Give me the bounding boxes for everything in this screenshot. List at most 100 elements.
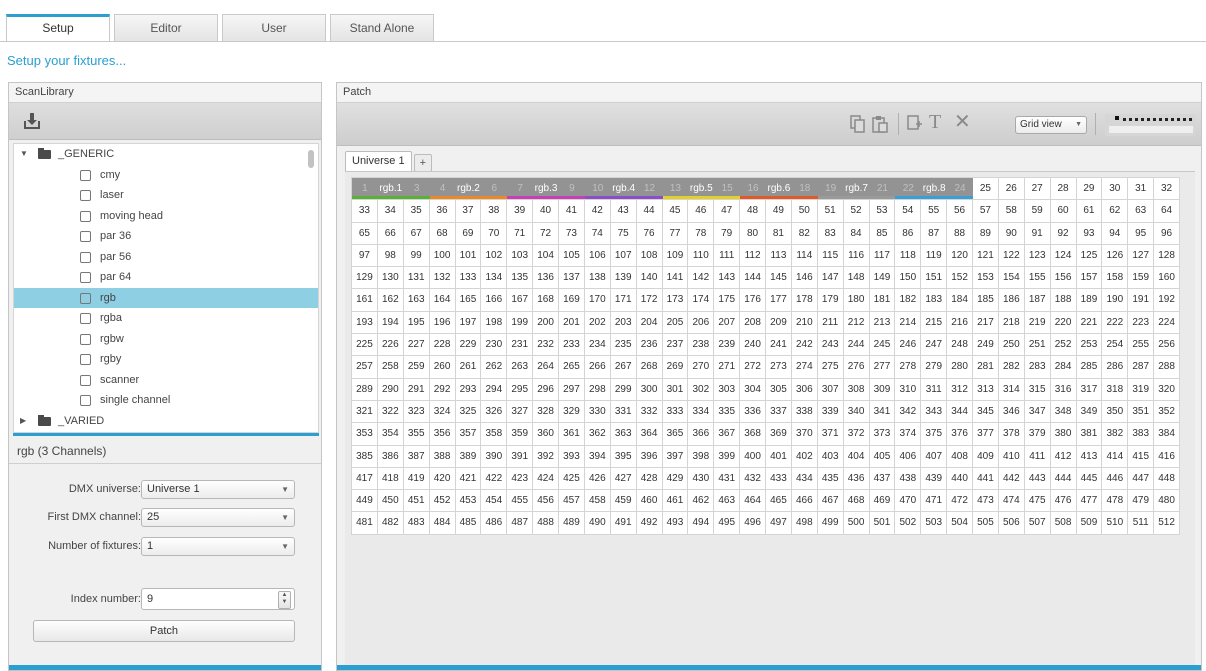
channel-cell[interactable]: 58 [998,200,1025,223]
channel-cell[interactable]: 378 [998,423,1025,446]
channel-cell[interactable]: 370 [791,423,818,446]
channel-cell[interactable]: 432 [740,467,766,491]
channel-cell[interactable]: 453 [455,490,482,513]
channel-cell[interactable]: 471 [921,490,948,513]
channel-cell[interactable]: 47 [714,200,741,223]
channel-cell[interactable]: 391 [507,445,534,468]
channel-cell[interactable]: 257 [352,356,378,379]
channel-cell[interactable]: 104 [533,244,559,268]
channel-cell[interactable]: 415 [1128,445,1155,468]
channel-cell[interactable]: 338 [791,400,818,424]
channel-cell[interactable]: 146 [791,267,818,290]
channel-cell[interactable]: 161 [352,289,378,312]
channel-cell[interactable]: 285 [1076,356,1103,379]
tree-folder[interactable]: ▶ _VARIED [14,411,318,432]
channel-cell[interactable]: 134 [481,267,508,290]
channel-cell[interactable]: 505 [973,512,999,535]
channel-cell[interactable]: 331 [610,400,637,424]
channel-cell[interactable]: 49 [766,200,792,223]
channel-cell[interactable]: 420 [429,467,456,491]
channel-cell[interactable]: 334 [688,400,715,424]
channel-cell[interactable]: 41 [559,200,585,223]
tab-universe-1[interactable]: Universe 1 [345,151,412,171]
channel-cell[interactable]: 278 [895,356,922,379]
channel-cell[interactable]: 356 [429,423,456,446]
channel-cell[interactable]: 458 [584,490,611,513]
channel-cell[interactable]: 307 [817,378,844,401]
channel-cell[interactable]: 387 [403,445,430,468]
channel-cell[interactable]: 392 [533,445,559,468]
channel-cell[interactable]: 197 [455,311,482,335]
channel-cell[interactable]: 402 [791,445,818,468]
channel-cell[interactable]: 65 [352,222,378,245]
channel-cell[interactable]: 426 [584,467,611,491]
channel-cell[interactable]: 158 [1102,267,1129,290]
channel-cell[interactable]: 107 [610,244,637,268]
channel-cell[interactable]: 457 [559,490,585,513]
channel-cell[interactable]: 468 [843,490,870,513]
channel-cell[interactable]: 29 [1076,178,1103,201]
channel-cell[interactable]: 473 [973,490,999,513]
first-channel-select[interactable]: 25 ▼ [141,508,295,527]
channel-cell[interactable]: 425 [559,467,585,491]
channel-cell[interactable]: 129 [352,267,378,290]
channel-cell[interactable]: 347 [1024,400,1051,424]
channel-cell[interactable]: 60 [1050,200,1077,223]
channel-cell[interactable]: 325 [455,400,482,424]
channel-cell[interactable]: 462 [688,490,715,513]
channel-cell[interactable]: 287 [1128,356,1155,379]
channel-cell[interactable]: 164 [429,289,456,312]
channel-cell[interactable]: 215 [921,311,948,335]
tree-item[interactable]: rgbw [14,329,318,350]
channel-cell[interactable]: 489 [559,512,585,535]
channel-cell[interactable]: 256 [1154,334,1180,357]
channel-cell[interactable]: 507 [1024,512,1051,535]
tree-folder[interactable]: ▼ _GENERIC [14,144,318,165]
channel-cell[interactable]: 253 [1076,334,1103,357]
channel-cell[interactable]: 59 [1024,200,1051,223]
channel-cell[interactable]: 250 [998,334,1025,357]
channel-cell[interactable]: 87 [921,222,948,245]
channel-cell[interactable]: 163 [403,289,430,312]
channel-cell[interactable]: 169 [559,289,585,312]
channel-cell[interactable]: 69 [455,222,482,245]
channel-cell[interactable]: 310 [895,378,922,401]
channel-cell[interactable]: 342 [895,400,922,424]
channel-cell[interactable]: 234 [584,334,611,357]
patched-fixture[interactable]: 1 rgb.1 3 [352,178,430,200]
channel-cell[interactable]: 141 [662,267,689,290]
channel-cell[interactable]: 135 [507,267,534,290]
channel-cell[interactable]: 265 [559,356,585,379]
patch-button[interactable]: Patch [33,620,295,642]
channel-cell[interactable]: 361 [559,423,585,446]
channel-cell[interactable]: 389 [455,445,482,468]
channel-cell[interactable]: 210 [791,311,818,335]
channel-cell[interactable]: 414 [1102,445,1129,468]
channel-cell[interactable]: 186 [998,289,1025,312]
channel-cell[interactable]: 38 [481,200,508,223]
channel-cell[interactable]: 211 [817,311,844,335]
channel-cell[interactable]: 431 [714,467,741,491]
channel-cell[interactable]: 413 [1076,445,1103,468]
channel-cell[interactable]: 46 [688,200,715,223]
num-fixtures-select[interactable]: 1 ▼ [141,537,295,556]
channel-cell[interactable]: 316 [1050,378,1077,401]
channel-cell[interactable]: 388 [429,445,456,468]
channel-cell[interactable]: 450 [377,490,404,513]
channel-cell[interactable]: 275 [817,356,844,379]
channel-cell[interactable]: 205 [662,311,689,335]
channel-cell[interactable]: 79 [714,222,741,245]
channel-cell[interactable]: 95 [1128,222,1155,245]
channel-cell[interactable]: 52 [843,200,870,223]
channel-cell[interactable]: 433 [766,467,792,491]
channel-cell[interactable]: 495 [714,512,741,535]
channel-cell[interactable]: 424 [533,467,559,491]
channel-cell[interactable]: 55 [921,200,948,223]
channel-cell[interactable]: 295 [507,378,534,401]
channel-cell[interactable]: 305 [766,378,792,401]
channel-cell[interactable]: 393 [559,445,585,468]
channel-cell[interactable]: 182 [895,289,922,312]
channel-cell[interactable]: 292 [429,378,456,401]
channel-cell[interactable]: 385 [352,445,378,468]
channel-cell[interactable]: 75 [610,222,637,245]
